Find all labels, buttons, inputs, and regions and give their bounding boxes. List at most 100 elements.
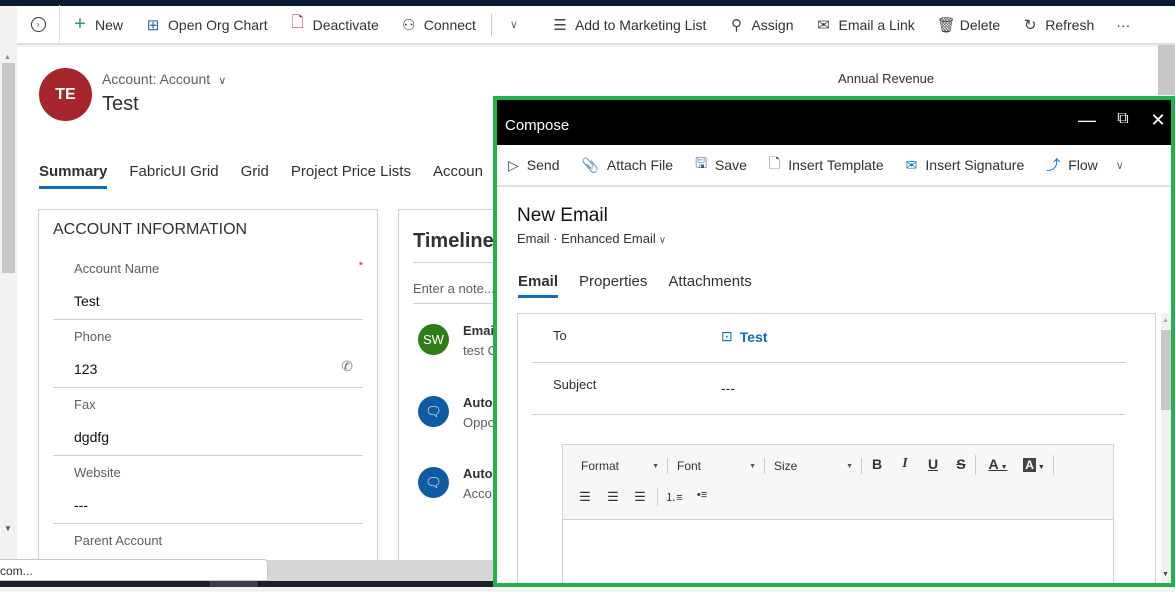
taskbar-item[interactable] bbox=[210, 581, 258, 587]
to-field[interactable]: To ⊡ Test bbox=[532, 314, 1126, 363]
scroll-thumb[interactable] bbox=[1161, 330, 1171, 410]
save-button[interactable]: 🖫 Save bbox=[684, 153, 758, 177]
chevron-down-icon: ∨ bbox=[658, 235, 667, 246]
dropdown-arrow-icon: ▼ bbox=[652, 462, 659, 470]
entity-type-selector[interactable]: Account: Account ∨ bbox=[102, 71, 226, 87]
scroll-thumb[interactable] bbox=[2, 63, 15, 273]
insert-template-button[interactable]: 🗋 Insert Template bbox=[758, 153, 895, 177]
save-icon: 🖫 bbox=[695, 155, 707, 171]
connect-icon: ⚇ bbox=[402, 16, 416, 34]
field-value[interactable]: 123 bbox=[74, 361, 97, 377]
font-color-button[interactable]: A ▼ bbox=[984, 456, 1012, 472]
website-field[interactable]: Website --- bbox=[53, 456, 363, 524]
tab-fabricui-grid[interactable]: FabricUI Grid bbox=[129, 163, 218, 189]
auto-post-icon: 🗨 bbox=[418, 396, 449, 427]
phone-field[interactable]: Phone 123 ✆ bbox=[53, 320, 363, 388]
chevron-down-icon: ∨ bbox=[1115, 159, 1124, 172]
timeline-item-subtitle: Acco bbox=[463, 486, 492, 501]
tab-accounts[interactable]: Accoun bbox=[433, 163, 483, 189]
send-button[interactable]: ▷ Send bbox=[497, 157, 570, 174]
size-dropdown[interactable]: Size ▼ bbox=[774, 458, 862, 474]
align-left-icon[interactable]: ☰ bbox=[576, 489, 594, 505]
phone-icon[interactable]: ✆ bbox=[341, 358, 353, 375]
flow-button[interactable]: ⤴ Flow ∨ bbox=[1035, 155, 1135, 175]
assign-label: Assign bbox=[751, 16, 794, 33]
left-scrollbar[interactable]: ▲ ▼ bbox=[0, 6, 17, 562]
tab-properties[interactable]: Properties bbox=[579, 273, 647, 298]
record-name: Test bbox=[102, 93, 139, 115]
attach-file-button[interactable]: 📎 Attach File bbox=[570, 157, 684, 174]
field-value[interactable]: dgdfg bbox=[74, 429, 109, 445]
editor-body[interactable] bbox=[563, 521, 1113, 583]
ellipsis-icon: ··· bbox=[1116, 16, 1131, 33]
scroll-down-icon[interactable]: ▼ bbox=[4, 524, 12, 533]
deactivate-button[interactable]: 🗋 Deactivate bbox=[279, 5, 390, 44]
avatar: TE bbox=[39, 68, 92, 121]
compose-toolbar: ▷ Send 📎 Attach File 🖫 Save 🗋 Insert Tem… bbox=[497, 145, 1171, 187]
bullet-list-icon[interactable]: •≡ bbox=[693, 489, 711, 501]
field-value[interactable]: --- bbox=[74, 497, 88, 513]
flow-label: Flow bbox=[1068, 157, 1098, 173]
insert-signature-label: Insert Signature bbox=[925, 157, 1025, 173]
connect-button[interactable]: ⚇ Connect bbox=[390, 5, 487, 44]
email-heading: New Email bbox=[517, 205, 608, 226]
insert-signature-button[interactable]: ✉ Insert Signature bbox=[895, 157, 1036, 174]
note-input[interactable]: Enter a note... bbox=[413, 281, 495, 296]
background-color-button[interactable]: A ▼ bbox=[1020, 456, 1048, 472]
bold-button[interactable]: B bbox=[868, 456, 886, 472]
align-center-icon[interactable]: ☰ bbox=[604, 489, 622, 505]
subject-field[interactable]: Subject --- bbox=[532, 363, 1126, 415]
format-dropdown[interactable]: Format ▼ bbox=[581, 458, 668, 474]
flow-icon: ⤴ bbox=[1046, 157, 1061, 173]
align-right-icon[interactable]: ☰ bbox=[631, 489, 649, 505]
subject-value[interactable]: --- bbox=[721, 380, 735, 396]
tab-grid[interactable]: Grid bbox=[241, 163, 269, 189]
open-org-chart-button[interactable]: ⊞ Open Org Chart bbox=[134, 5, 279, 44]
field-value[interactable]: Test bbox=[74, 293, 100, 309]
email-a-link-label: Email a Link bbox=[838, 16, 915, 33]
fax-field[interactable]: Fax dgdfg bbox=[53, 388, 363, 456]
assign-button[interactable]: ⚲ Assign bbox=[717, 5, 804, 44]
tab-summary[interactable]: Summary bbox=[39, 163, 108, 189]
add-to-marketing-list-button[interactable]: ☰ Add to Marketing List bbox=[541, 5, 718, 44]
annual-revenue-label: Annual Revenue bbox=[838, 71, 935, 86]
font-dropdown[interactable]: Font ▼ bbox=[677, 458, 765, 474]
more-button[interactable]: ··· bbox=[1105, 5, 1141, 44]
to-recipient[interactable]: ⊡ Test bbox=[721, 328, 767, 345]
tab-attachments[interactable]: Attachments bbox=[668, 273, 751, 298]
compose-scrollbar[interactable]: ▲ ▼ bbox=[1161, 313, 1171, 583]
minimize-icon[interactable]: — bbox=[1075, 110, 1099, 131]
signature-icon: ✉ bbox=[905, 156, 918, 173]
new-button[interactable]: + New bbox=[60, 5, 134, 44]
subject-label: Subject bbox=[553, 377, 597, 392]
entity-label: Email bbox=[517, 231, 550, 246]
account-name-field[interactable]: Account Name * Test bbox=[53, 252, 363, 320]
field-label: Parent Account bbox=[74, 533, 163, 548]
tab-project-price-lists[interactable]: Project Price Lists bbox=[291, 163, 411, 189]
divider bbox=[1053, 455, 1054, 475]
email-form: To ⊡ Test Subject --- Format ▼ Font ▼ Size… bbox=[517, 313, 1156, 583]
auto-post-icon: 🗨 bbox=[418, 467, 449, 498]
tab-email[interactable]: Email bbox=[518, 273, 559, 298]
delete-button[interactable]: 🗑 Delete bbox=[926, 5, 1011, 44]
right-scrollbar[interactable] bbox=[1158, 45, 1175, 95]
email-a-link-button[interactable]: ✉ Email a Link bbox=[804, 5, 925, 44]
more-commands-dropdown[interactable]: ∨ bbox=[496, 5, 532, 44]
underline-button[interactable]: U bbox=[924, 456, 942, 472]
refresh-button[interactable]: ↻ Refresh bbox=[1011, 5, 1105, 44]
account-information-section: ACCOUNT INFORMATION Account Name * Test … bbox=[38, 209, 378, 560]
italic-button[interactable]: I bbox=[896, 456, 914, 472]
close-icon[interactable]: ✕ bbox=[1146, 110, 1170, 131]
numbered-list-icon[interactable]: ⒈≡ bbox=[665, 489, 683, 505]
delete-label: Delete bbox=[959, 16, 1001, 33]
scroll-up-icon[interactable]: ▲ bbox=[4, 54, 11, 61]
form-selector[interactable]: Email · Enhanced Email ∨ bbox=[517, 231, 666, 246]
strikethrough-button[interactable]: S bbox=[952, 456, 970, 472]
collapse-nav-button[interactable]: › bbox=[17, 5, 60, 44]
scroll-up-icon[interactable]: ▲ bbox=[1162, 317, 1169, 324]
form-tabs: Summary FabricUI Grid Grid Project Price… bbox=[39, 163, 483, 189]
recipient-name: Test bbox=[739, 328, 768, 345]
scroll-down-icon[interactable]: ▼ bbox=[1162, 571, 1169, 578]
pop-out-icon[interactable]: ⧉ bbox=[1111, 110, 1135, 128]
section-title: ACCOUNT INFORMATION bbox=[53, 221, 248, 238]
